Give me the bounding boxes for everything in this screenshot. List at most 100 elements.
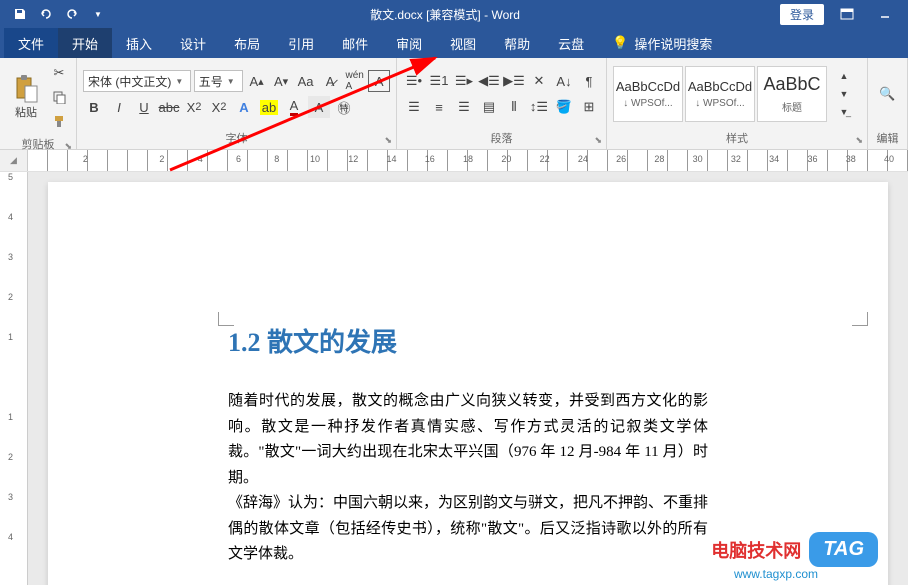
lightbulb-icon: 💡 bbox=[612, 35, 628, 51]
cut-icon[interactable]: ✂ bbox=[48, 62, 70, 84]
line-spacing-icon[interactable]: ↕☰ bbox=[528, 96, 550, 118]
tell-me-label: 操作说明搜索 bbox=[634, 34, 712, 53]
style-item-title[interactable]: AaBbC 标题 bbox=[757, 66, 827, 122]
doc-paragraph-1[interactable]: 随着时代的发展，散文的概念由广义向狭义转变，并受到西方文化的影响。散文是一种抒发… bbox=[228, 389, 708, 491]
ribbon: 粘贴 ✂ 剪贴板⬊ 宋体 (中文正文)▼ 五号▼ A▴ A▾ Aa A̷ wén… bbox=[0, 58, 908, 150]
undo-icon[interactable] bbox=[34, 2, 58, 26]
title-bar: ▼ 散文.docx [兼容模式] - Word 登录 bbox=[0, 0, 908, 28]
app-name: Word bbox=[491, 8, 519, 22]
qat-more-icon[interactable]: ▼ bbox=[86, 2, 110, 26]
styles-launcher-icon[interactable]: ⬊ bbox=[855, 135, 863, 146]
numbering-icon[interactable]: ☰1 bbox=[428, 70, 450, 92]
align-center-icon[interactable]: ≡ bbox=[428, 96, 450, 118]
tab-mailings[interactable]: 邮件 bbox=[328, 28, 382, 58]
vertical-ruler[interactable]: 543211234 bbox=[0, 172, 28, 585]
format-painter-icon[interactable] bbox=[48, 110, 70, 132]
paste-label: 粘贴 bbox=[15, 104, 37, 120]
phonetic-guide-icon[interactable]: wénA bbox=[344, 70, 366, 92]
watermark-text: 电脑技术网 bbox=[711, 537, 801, 563]
borders-icon[interactable]: ⊞ bbox=[578, 96, 600, 118]
bold-button[interactable]: B bbox=[83, 96, 105, 118]
align-left-icon[interactable]: ☰ bbox=[403, 96, 425, 118]
quick-access-toolbar: ▼ bbox=[0, 2, 110, 26]
distribute-icon[interactable]: ⫴ bbox=[503, 96, 525, 118]
editing-label: 编辑 bbox=[868, 130, 907, 149]
ribbon-display-icon[interactable] bbox=[832, 0, 862, 28]
styles-down-icon[interactable]: ▼ bbox=[833, 85, 855, 103]
styles-up-icon[interactable]: ▲ bbox=[833, 67, 855, 85]
save-icon[interactable] bbox=[8, 2, 32, 26]
filename: 散文.docx bbox=[370, 8, 423, 22]
clear-formatting-icon[interactable]: A̷ bbox=[319, 70, 341, 92]
group-clipboard: 粘贴 ✂ 剪贴板⬊ bbox=[0, 58, 77, 149]
change-case-icon[interactable]: Aa bbox=[295, 70, 317, 92]
bullets-icon[interactable]: ☰• bbox=[403, 70, 425, 92]
justify-icon[interactable]: ▤ bbox=[478, 96, 500, 118]
style-item-2[interactable]: AaBbCcDd ↓ WPSOf... bbox=[685, 66, 755, 122]
sort-icon[interactable]: A↓ bbox=[553, 70, 575, 92]
tab-view[interactable]: 视图 bbox=[436, 28, 490, 58]
tab-references[interactable]: 引用 bbox=[274, 28, 328, 58]
grow-font-icon[interactable]: A▴ bbox=[246, 70, 268, 92]
horizontal-ruler[interactable]: 2246810121416182022242628303234363840 bbox=[28, 150, 908, 171]
style-item-1[interactable]: AaBbCcDd ↓ WPSOf... bbox=[613, 66, 683, 122]
document-area: 543211234 1.2 散文的发展 随着时代的发展，散文的概念由广义向狭义转… bbox=[0, 172, 908, 585]
page: 1.2 散文的发展 随着时代的发展，散文的概念由广义向狭义转变，并受到西方文化的… bbox=[48, 182, 888, 585]
multilevel-list-icon[interactable]: ☰▸ bbox=[453, 70, 475, 92]
font-family-combo[interactable]: 宋体 (中文正文)▼ bbox=[83, 70, 191, 92]
font-launcher-icon[interactable]: ⬊ bbox=[384, 135, 392, 146]
tab-insert[interactable]: 插入 bbox=[112, 28, 166, 58]
tab-review[interactable]: 审阅 bbox=[382, 28, 436, 58]
italic-button[interactable]: I bbox=[108, 96, 130, 118]
highlight-icon[interactable]: ab bbox=[258, 96, 280, 118]
compat-mode: [兼容模式] bbox=[426, 8, 481, 22]
group-font: 宋体 (中文正文)▼ 五号▼ A▴ A▾ Aa A̷ wénA A B I U … bbox=[77, 58, 397, 149]
superscript-icon[interactable]: X2 bbox=[208, 96, 230, 118]
margin-corner-tl bbox=[218, 312, 234, 326]
font-color-icon[interactable]: A bbox=[283, 96, 305, 118]
tab-cloud[interactable]: 云盘 bbox=[544, 28, 598, 58]
page-scroll[interactable]: 1.2 散文的发展 随着时代的发展，散文的概念由广义向狭义转变，并受到西方文化的… bbox=[28, 172, 908, 585]
paste-button[interactable]: 粘贴 bbox=[6, 64, 46, 130]
doc-paragraph-2[interactable]: 《辞海》认为：中国六朝以来，为区别韵文与骈文，把凡不押韵、不重排偶的散体文章（包… bbox=[228, 491, 708, 568]
char-border-icon[interactable]: A bbox=[368, 70, 390, 92]
doc-heading[interactable]: 1.2 散文的发展 bbox=[228, 322, 708, 359]
styles-more-icon[interactable]: ▼̲ bbox=[833, 103, 855, 121]
align-right-icon[interactable]: ☰ bbox=[453, 96, 475, 118]
tab-layout[interactable]: 布局 bbox=[220, 28, 274, 58]
minimize-icon[interactable] bbox=[870, 0, 900, 28]
login-button[interactable]: 登录 bbox=[780, 4, 824, 25]
tell-me-search[interactable]: 💡 操作说明搜索 bbox=[598, 28, 712, 58]
redo-icon[interactable] bbox=[60, 2, 84, 26]
paragraph-launcher-icon[interactable]: ⬊ bbox=[594, 135, 602, 146]
asian-layout-icon[interactable]: ✕ bbox=[528, 70, 550, 92]
decrease-indent-icon[interactable]: ◀☰ bbox=[478, 70, 500, 92]
copy-icon[interactable] bbox=[48, 86, 70, 108]
strikethrough-icon[interactable]: abc bbox=[158, 96, 180, 118]
tag-badge: TAG bbox=[809, 532, 878, 567]
underline-button[interactable]: U bbox=[133, 96, 155, 118]
tab-design[interactable]: 设计 bbox=[166, 28, 220, 58]
tab-home[interactable]: 开始 bbox=[58, 28, 112, 58]
group-styles: AaBbCcDd ↓ WPSOf... AaBbCcDd ↓ WPSOf... … bbox=[607, 58, 868, 149]
editing-dropdown-icon[interactable]: 🔍 bbox=[877, 83, 899, 105]
group-paragraph: ☰• ☰1 ☰▸ ◀☰ ▶☰ ✕ A↓ ¶ ☰ ≡ ☰ ▤ ⫴ ↕☰ 🪣 bbox=[397, 58, 607, 149]
char-shading-icon[interactable]: A bbox=[308, 96, 330, 118]
menu-bar: 文件 开始 插入 设计 布局 引用 邮件 审阅 视图 帮助 云盘 💡 操作说明搜… bbox=[0, 28, 908, 58]
ruler-area: ◢ 2246810121416182022242628303234363840 bbox=[0, 150, 908, 172]
enclose-char-icon[interactable]: ㊕ bbox=[333, 96, 355, 118]
watermark: 电脑技术网 TAG bbox=[711, 532, 878, 567]
increase-indent-icon[interactable]: ▶☰ bbox=[503, 70, 525, 92]
window-title: 散文.docx [兼容模式] - Word bbox=[110, 6, 780, 23]
tab-file[interactable]: 文件 bbox=[4, 28, 58, 58]
subscript-icon[interactable]: X2 bbox=[183, 96, 205, 118]
shrink-font-icon[interactable]: A▾ bbox=[270, 70, 292, 92]
shading-icon[interactable]: 🪣 bbox=[553, 96, 575, 118]
show-marks-icon[interactable]: ¶ bbox=[578, 70, 600, 92]
tab-help[interactable]: 帮助 bbox=[490, 28, 544, 58]
font-size-combo[interactable]: 五号▼ bbox=[194, 70, 243, 92]
styles-label: 样式⬊ bbox=[607, 130, 867, 149]
text-effects-icon[interactable]: A bbox=[233, 96, 255, 118]
group-editing: 🔍 编辑 bbox=[868, 58, 908, 149]
paragraph-label: 段落⬊ bbox=[397, 130, 606, 149]
